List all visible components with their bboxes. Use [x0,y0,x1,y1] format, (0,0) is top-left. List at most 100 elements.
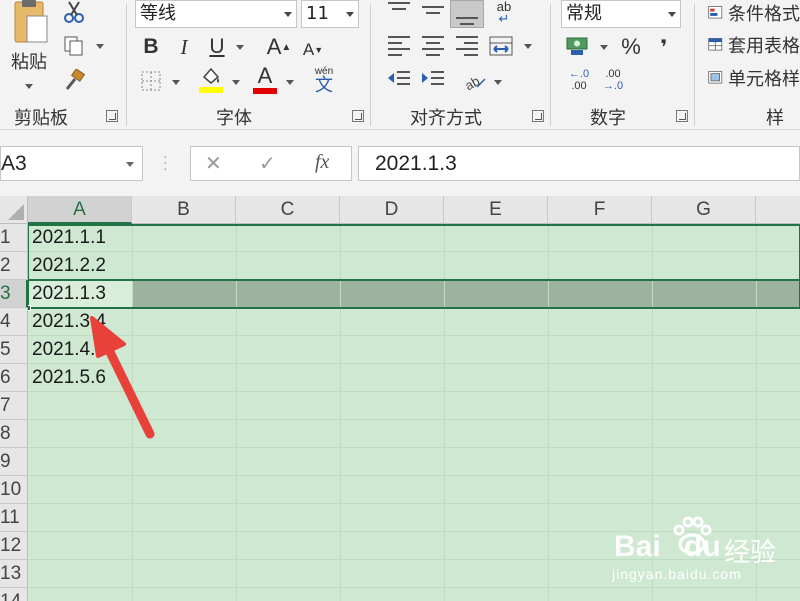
column-header-a[interactable]: A [28,196,132,224]
conditional-formatting-icon [708,6,723,19]
watermark-brand: Bai [614,530,661,563]
merge-dropdown-icon[interactable] [524,44,532,49]
fill-color-icon[interactable] [198,66,224,94]
insert-function-button[interactable]: fx [315,151,329,174]
select-all-button[interactable] [0,196,28,224]
row-header-3[interactable]: 3 [0,280,28,308]
column-header-g[interactable]: G [652,196,756,224]
shrink-label: A [302,40,315,59]
alignment-dialog-launcher[interactable] [532,110,544,122]
row-header-6[interactable]: 6 [0,364,28,392]
phonetic-button[interactable]: wén 文 [310,66,338,96]
font-color-icon[interactable]: A [252,64,278,94]
gridline [28,475,800,476]
grow-label: A [266,34,282,59]
underline-dropdown-icon[interactable] [236,45,244,50]
column-header-b[interactable]: B [132,196,236,224]
column-header-c[interactable]: C [236,196,340,224]
column-header-f[interactable]: F [548,196,652,224]
wrap-text-icon[interactable]: ab ↵ [492,0,516,26]
cell-styles-label: 单元格样 [728,69,800,90]
enter-icon[interactable]: ✓ [259,151,276,176]
row-header-14[interactable]: 14 [0,588,28,601]
align-top-icon[interactable] [388,0,410,20]
row-header-10[interactable]: 10 [0,476,28,504]
clipboard-dialog-launcher[interactable] [106,110,118,122]
cut-icon[interactable] [62,0,86,24]
conditional-formatting-button[interactable]: 条件格式 [708,0,800,26]
column-header-e[interactable]: E [444,196,548,224]
font-dialog-launcher[interactable] [352,110,364,122]
align-left-icon[interactable] [388,36,410,56]
align-right-icon[interactable] [456,36,478,56]
fill-handle[interactable] [28,305,31,311]
row-header-5[interactable]: 5 [0,336,28,364]
decrease-decimal-button[interactable]: .00 →.0 [598,66,628,94]
percent-button[interactable]: % [618,34,644,60]
bold-label: B [143,35,159,58]
format-painter-icon[interactable] [62,68,86,92]
table-icon [708,38,723,51]
underline-button[interactable]: U [206,34,228,60]
cell-a4[interactable]: 2021.3.4 [32,308,106,336]
copy-icon[interactable] [62,34,86,58]
orientation-icon[interactable]: ab [462,68,488,92]
copy-dropdown-icon[interactable] [96,44,104,49]
align-middle-icon[interactable] [422,0,444,20]
paste-dropdown-icon[interactable] [25,84,33,89]
cell-a6[interactable]: 2021.5.6 [32,364,106,392]
increase-font-button[interactable]: A ▲ [266,34,292,60]
increase-indent-icon[interactable] [420,68,446,92]
gridline [28,447,800,448]
phonetic-char: 文 [315,75,333,96]
font-size-combo[interactable]: 11 [301,0,359,28]
italic-button[interactable]: I [173,34,195,60]
currency-icon[interactable] [564,34,592,58]
cell-a5[interactable]: 2021.4. [32,336,95,364]
splitter-dots-icon[interactable]: · · · [163,149,168,175]
row-header-7[interactable]: 7 [0,392,28,420]
format-as-table-label: 套用表格 [728,36,800,57]
row-header-4[interactable]: 4 [0,308,28,336]
increase-decimal-button[interactable]: ←.0 .00 [564,66,594,94]
inc-decimal-bottom: .00 [571,80,587,92]
decrease-font-button[interactable]: A ▼ [300,38,326,62]
paste-button[interactable]: 粘贴 [6,0,52,96]
row-header-2[interactable]: 2 [0,252,28,280]
name-box[interactable]: A3 [0,146,143,181]
number-dialog-launcher[interactable] [676,110,688,122]
row-header-12[interactable]: 12 [0,532,28,560]
bold-button[interactable]: B [140,34,162,60]
row-header-8[interactable]: 8 [0,420,28,448]
cell-a1[interactable]: 2021.1.1 [32,224,106,252]
row-header-13[interactable]: 13 [0,560,28,588]
row-header-11[interactable]: 11 [0,504,28,532]
font-name-combo[interactable]: 等线 [135,0,297,28]
clipboard-group-label: 剪贴板 [14,108,68,129]
row-header-9[interactable]: 9 [0,448,28,476]
comma-style-button[interactable]: ❜ [654,34,674,60]
watermark-brand-du: du [684,530,721,563]
currency-dropdown-icon[interactable] [600,45,608,50]
merge-center-icon[interactable] [488,34,514,58]
paste-label: 粘贴 [11,52,47,73]
cancel-icon[interactable]: ✕ [205,151,222,176]
cell-styles-button[interactable]: 单元格样 [708,64,800,92]
align-center-icon[interactable] [422,36,444,56]
formula-input[interactable]: 2021.1.3 [358,146,800,181]
borders-icon[interactable] [139,70,163,92]
borders-dropdown-icon[interactable] [172,80,180,85]
font-color-dropdown-icon[interactable] [286,80,294,85]
align-bottom-icon[interactable] [450,0,484,28]
svg-text:ab: ab [463,73,482,91]
fill-color-dropdown-icon[interactable] [232,80,240,85]
column-header-h[interactable] [756,196,800,224]
conditional-formatting-label: 条件格式 [728,4,800,25]
column-header-d[interactable]: D [340,196,444,224]
cell-a2[interactable]: 2021.2.2 [32,252,106,280]
orientation-dropdown-icon[interactable] [494,80,502,85]
decrease-indent-icon[interactable] [386,68,412,92]
format-as-table-button[interactable]: 套用表格 [708,32,800,58]
row-header-1[interactable]: 1 [0,224,28,252]
number-format-combo[interactable]: 常规 [561,0,681,28]
